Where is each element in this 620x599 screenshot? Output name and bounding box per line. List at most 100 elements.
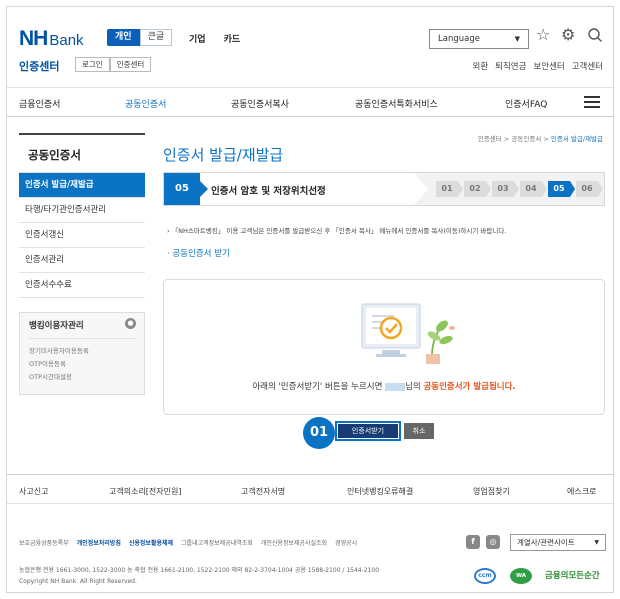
banking-user-box: 뱅킹이용자관리 ● 장기미사용자이용등록 OTP이용등록 OTP시간대설정 [19, 312, 145, 395]
family-site-select[interactable]: 계열사/관련사이트 ▼ [510, 534, 606, 551]
policy-link-protected[interactable]: 보호금융상품등록부 [19, 538, 69, 547]
sidebar-item-issue[interactable]: 인증서 발급/재발급 [19, 173, 145, 198]
sidebar: 공동인증서 인증서 발급/재발급 타행/타기관인증서관리 인증서갱신 인증서관리… [19, 133, 145, 395]
policy-link-privacy[interactable]: 개인정보처리방침 [77, 538, 121, 547]
sidebar-item-manage[interactable]: 인증서관리 [19, 248, 145, 273]
step-chip: 01 [436, 181, 463, 197]
nav-cert-copy[interactable]: 공동인증서복사 [231, 97, 289, 110]
section-heading-text: 공동인증서 받기 [172, 249, 230, 259]
banking-user-title[interactable]: 뱅킹이용자관리 ● [29, 318, 136, 339]
policy-link-credit-check[interactable]: 개인신용정보제공사실조회 [261, 538, 327, 547]
utility-links: 외환 퇴직연금 보안센터 고객센터 [473, 60, 603, 72]
cert-center-title[interactable]: 인증센터 [19, 58, 59, 74]
cancel-button[interactable]: 취소 [404, 423, 434, 439]
footer-link-voice[interactable]: 고객의소리[전자민원] [109, 486, 181, 497]
step-chips: 01 02 03 04 05 06 [436, 181, 603, 197]
utility-pension[interactable]: 퇴직연금 [495, 60, 526, 72]
page-title: 인증서 발급/재발급 [163, 146, 284, 164]
segment-personal[interactable]: 개인 [107, 29, 140, 46]
banking-link-otp-time[interactable]: OTP시간대설정 [29, 371, 136, 384]
instagram-icon[interactable]: ◎ [486, 535, 500, 549]
footer-contact: 농협은행 전용 1661-3000, 1522-3000 농 축협 전용 166… [19, 565, 379, 587]
footer-link-branch[interactable]: 영업점찾기 [473, 486, 510, 497]
step-chip: 02 [464, 181, 491, 197]
policy-links: 보호금융상품등록부 개인정보처리방침 신용정보활용체제 그룹내고객정보제공내역조… [19, 538, 357, 547]
footer-link-report[interactable]: 사고신고 [19, 486, 48, 497]
hamburger-menu-icon[interactable] [584, 96, 600, 108]
segment-large-text[interactable]: 큰글 [139, 29, 173, 46]
breadcrumb-mid[interactable]: 공동인증서 [511, 135, 541, 143]
certificate-illustration-icon [361, 303, 455, 364]
page-frame: NH Bank 개인 큰글 기업 카드 Language ▼ ☆ ⚙ 인증센터 … [6, 6, 614, 593]
message-highlight: 공동인증서가 발급됩니다. [423, 382, 516, 392]
facebook-icon[interactable]: f [466, 535, 480, 549]
breadcrumb-separator: > [503, 135, 510, 143]
login-button[interactable]: 로그인 [75, 57, 110, 72]
language-select[interactable]: Language ▼ [429, 29, 529, 49]
nh-bank-logo[interactable]: NH Bank [19, 27, 84, 51]
policy-link-disclosure[interactable]: 경영공시 [335, 538, 357, 547]
nav-financial-cert[interactable]: 금융인증서 [19, 97, 60, 110]
logo-nh: NH [19, 27, 48, 50]
breadcrumb-separator: > [543, 135, 549, 143]
step-chip: 06 [576, 181, 603, 197]
current-step-label: 인증서 암호 및 저장위치선정 [211, 186, 326, 197]
logo-bank: Bank [49, 32, 84, 49]
chevron-down-icon: ▼ [514, 35, 520, 43]
web-accessibility-logo: WA [510, 568, 532, 584]
step-progress: 05 인증서 암호 및 저장위치선정 01 02 03 04 05 06 [163, 172, 605, 206]
utility-fx[interactable]: 외환 [473, 60, 489, 72]
banking-user-title-text: 뱅킹이용자관리 [29, 321, 84, 331]
sidebar-item-renew[interactable]: 인증서갱신 [19, 223, 145, 248]
chevron-down-icon: ▼ [594, 539, 599, 546]
step-chip-active: 05 [548, 181, 575, 197]
banking-link-dormant[interactable]: 장기미사용자이용등록 [29, 345, 136, 358]
top-nav-card[interactable]: 카드 [224, 32, 241, 45]
footer-link-escrow[interactable]: 에스크로 [567, 486, 596, 497]
top-nav-corporate[interactable]: 기업 [189, 32, 206, 45]
footer-link-e-sign[interactable]: 고객전자서명 [241, 486, 285, 497]
message-before: 아래의 '인증서받기' 버튼을 누르시면 [252, 382, 383, 392]
main-nav: 금융인증서 공동인증서 공동인증서복사 공동인증서특화서비스 인증서FAQ [7, 87, 613, 117]
current-step-number: 05 [164, 173, 208, 205]
policy-link-group[interactable]: 그룹내고객정보제공내역조회 [181, 538, 253, 547]
policy-link-credit[interactable]: 신용정보활용체제 [129, 538, 173, 547]
masked-name [385, 382, 406, 391]
cert-center-button[interactable]: 인증센터 [109, 57, 152, 72]
family-site-label: 계열사/관련사이트 [517, 538, 575, 547]
contact-phones: 농협은행 전용 1661-3000, 1522-3000 농 축협 전용 166… [19, 567, 380, 574]
search-icon[interactable] [587, 27, 603, 46]
language-label: Language [438, 34, 480, 44]
section-heading: · 공동인증서 받기 [167, 249, 230, 259]
issue-content-box: 아래의 '인증서받기' 버튼을 누르시면 님의 공동인증서가 발급됩니다. [163, 279, 605, 415]
notice-text: › 「NH스마트뱅킹」 이용 고객님은 인증서를 발급받으신 후 「인증서 복사… [167, 227, 507, 235]
issue-cert-button-label: 인증서받기 [338, 424, 398, 438]
star-icon[interactable]: ☆ [536, 27, 550, 43]
copyright: Copyright NH Bank. All Right Reserved. [19, 578, 137, 585]
step-marker: 01 [303, 417, 335, 449]
footer-link-error[interactable]: 인터넷뱅킹오류해결 [347, 486, 413, 497]
personal-segment: 개인 큰글 [107, 29, 173, 46]
sidebar-item-fee[interactable]: 인증서수수료 [19, 273, 145, 298]
nav-cert-special[interactable]: 공동인증서특화서비스 [355, 97, 438, 110]
breadcrumb-current: 인증서 발급/재발급 [550, 135, 603, 143]
slogan-logo: 금융의모든순간 [545, 571, 600, 581]
utility-security[interactable]: 보안센터 [533, 60, 564, 72]
gear-icon[interactable]: ⚙ [561, 27, 575, 43]
nav-cert-faq[interactable]: 인증서FAQ [505, 97, 547, 110]
top-nav: 기업 카드 [189, 32, 240, 45]
breadcrumb-home[interactable]: 인증센터 [478, 135, 502, 143]
notice-body: 「NH스마트뱅킹」 이용 고객님은 인증서를 발급받으신 후 「인증서 복사」 … [171, 227, 507, 235]
footer-links: 사고신고 고객의소리[전자민원] 고객전자서명 인터넷뱅킹오류해결 영업점찾기 … [7, 474, 613, 504]
issue-cert-button[interactable]: 인증서받기 [335, 421, 401, 441]
cert-header-buttons: 로그인 인증센터 [75, 57, 152, 72]
utility-customer[interactable]: 고객센터 [572, 60, 603, 72]
collapse-icon[interactable]: ● [125, 318, 136, 329]
banking-link-otp[interactable]: OTP이용등록 [29, 358, 136, 371]
nav-joint-cert[interactable]: 공동인증서 [125, 97, 166, 110]
sidebar-item-other-bank[interactable]: 타행/타기관인증서관리 [19, 198, 145, 223]
breadcrumb: 인증센터 > 공동인증서 > 인증서 발급/재발급 [478, 133, 603, 143]
ccm-certification-logo: ccm [474, 568, 496, 584]
step-chip: 03 [492, 181, 519, 197]
step-chip: 04 [520, 181, 547, 197]
